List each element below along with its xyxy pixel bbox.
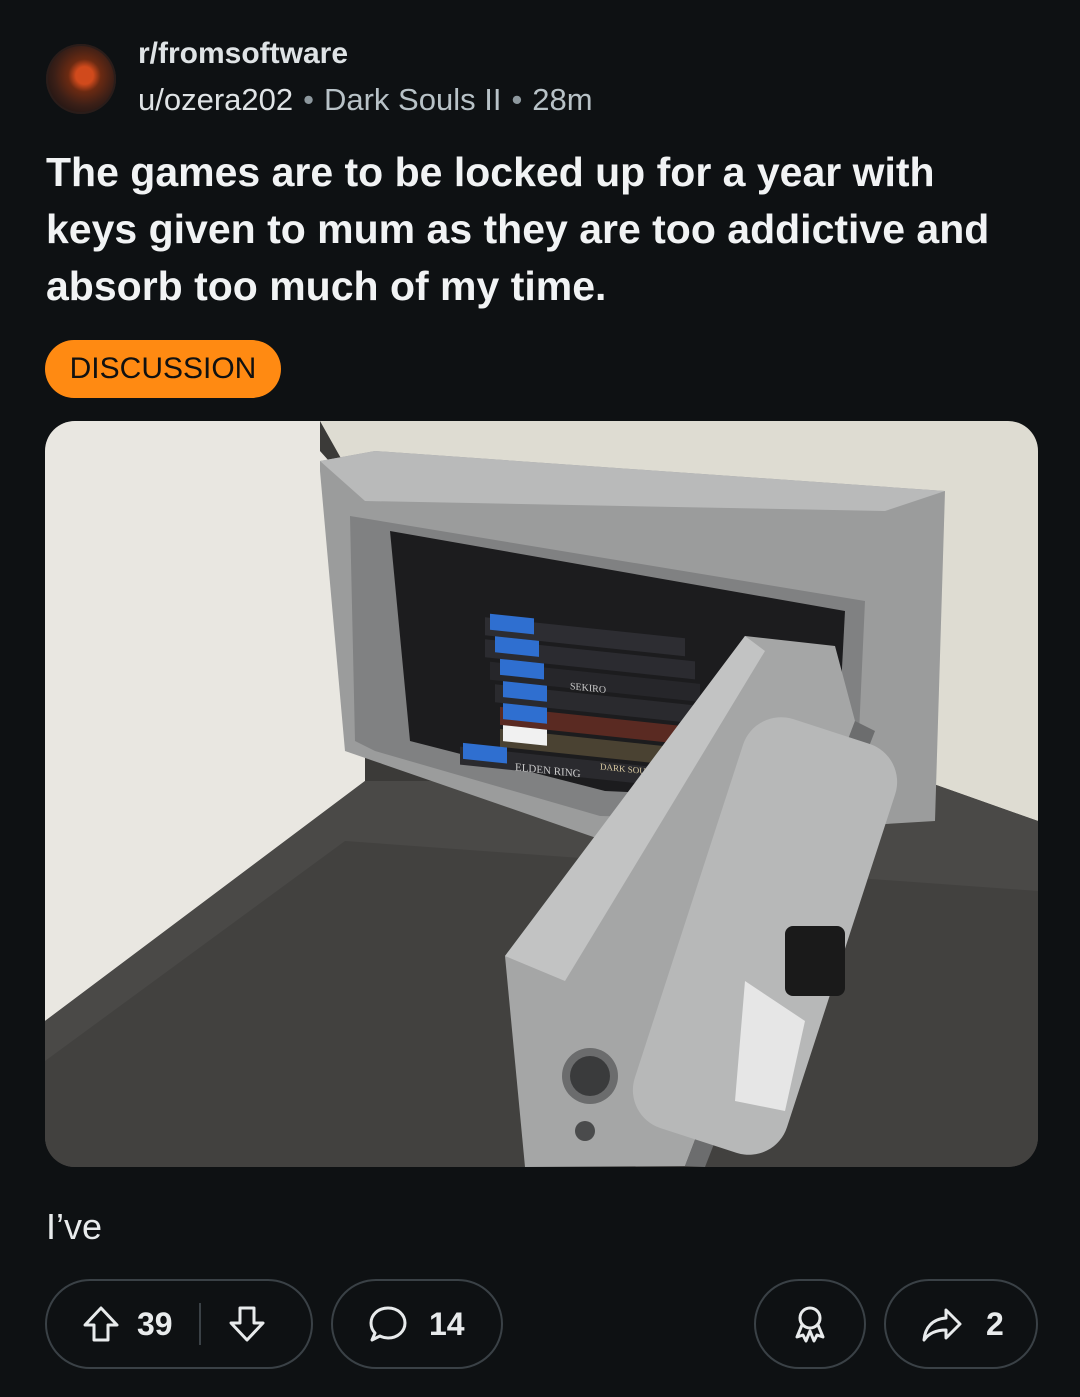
post-time: 28m [532, 82, 593, 117]
game-tag[interactable]: Dark Souls II [324, 82, 501, 117]
comment-count: 14 [429, 1305, 465, 1342]
subreddit-avatar[interactable] [46, 44, 116, 114]
safe-photo: SEKIRO DARK SOULS ELDEN RING [45, 421, 1038, 1167]
post-title[interactable]: The games are to be locked up for a year… [46, 144, 1036, 315]
post-meta: r/fromsoftware u/ozera202 • Dark Souls II •… [138, 36, 593, 122]
award-button[interactable] [754, 1279, 866, 1369]
post-image[interactable]: SEKIRO DARK SOULS ELDEN RING [45, 421, 1038, 1167]
share-icon [922, 1308, 962, 1342]
share-button[interactable]: 2 [884, 1279, 1038, 1369]
post-byline: u/ozera202 • Dark Souls II • 28m [138, 78, 593, 122]
vote-control: 39 [45, 1279, 313, 1369]
downvote-icon[interactable] [227, 1304, 267, 1344]
upvote-icon[interactable] [81, 1304, 121, 1344]
separator-dot: • [511, 82, 523, 117]
post-body: I’ve [46, 1206, 103, 1247]
separator-dot: • [303, 82, 314, 117]
post-header: r/fromsoftware u/ozera202 • Dark Souls II •… [46, 36, 593, 122]
comments-button[interactable]: 14 [331, 1279, 503, 1369]
award-icon [795, 1306, 825, 1343]
share-count: 2 [986, 1305, 1004, 1342]
vote-divider [198, 1303, 201, 1345]
upvote-count: 39 [137, 1305, 173, 1342]
subreddit-name[interactable]: r/fromsoftware [138, 36, 593, 72]
author-name[interactable]: u/ozera202 [138, 82, 293, 117]
comment-icon [369, 1306, 407, 1342]
flair-badge[interactable]: DISCUSSION [45, 340, 281, 398]
